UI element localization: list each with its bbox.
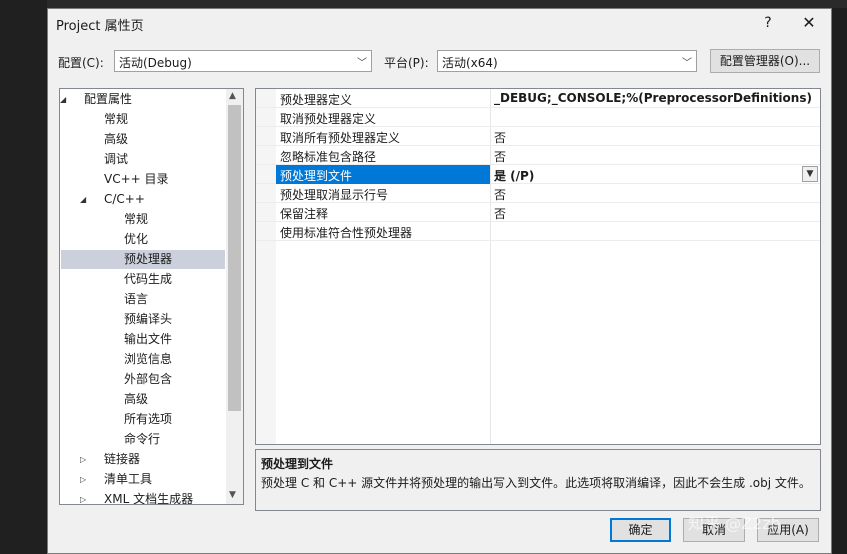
tree-item[interactable]: 常规 [104, 110, 128, 129]
description-panel: 预处理到文件 预处理 C 和 C++ 源文件并将预处理的输出写入到文件。此选项将… [255, 449, 821, 511]
tree-item[interactable]: 优化 [124, 230, 148, 249]
property-value[interactable]: _DEBUG;_CONSOLE;%(PreprocessorDefinition… [494, 91, 812, 105]
tree-item[interactable]: 高级 [104, 130, 128, 149]
tree-item[interactable]: XML 文档生成器 [104, 490, 193, 504]
description-title: 预处理到文件 [261, 457, 334, 471]
chevron-down-icon: ﹀ [357, 58, 367, 69]
ok-button[interactable]: 确定 [610, 518, 671, 542]
help-button[interactable]: ? [758, 13, 778, 33]
tree-item[interactable]: 链接器 [104, 450, 140, 469]
tree-item[interactable]: 调试 [104, 150, 128, 169]
background-left [0, 0, 47, 554]
property-grid: 预处理器定义 _DEBUG;_CONSOLE;%(PreprocessorDefi… [255, 88, 821, 445]
collapsed-arrow-icon[interactable]: ▷ [80, 455, 86, 464]
config-value: 活动(Debug) [119, 56, 192, 70]
property-tree: ◢ 配置属性 常规 高级 调试 VC++ 目录 ◢ C/C++ 常规 优化 预处理器 代码生成 语言 预编… [59, 88, 244, 505]
scrollbar-thumb[interactable] [228, 105, 241, 411]
config-label: 配置(C): [58, 56, 104, 70]
description-text: 预处理 C 和 C++ 源文件并将预处理的输出写入到文件。此选项将取消编译，因此… [261, 476, 811, 490]
property-row[interactable]: 预处理器定义 _DEBUG;_CONSOLE;%(PreprocessorDefi… [256, 89, 820, 108]
tree-scrollbar[interactable]: ▲ ▼ [226, 89, 243, 504]
tree-item[interactable]: VC++ 目录 [104, 170, 169, 189]
property-name: 预处理器定义 [280, 93, 353, 107]
tree-item[interactable]: 所有选项 [124, 410, 172, 429]
collapsed-arrow-icon[interactable]: ▷ [80, 495, 86, 504]
background-top [47, 0, 847, 8]
watermark: 知乎 @Z2zh [688, 514, 781, 533]
property-name: 取消所有预处理器定义 [280, 131, 401, 145]
property-row[interactable]: 使用标准符合性预处理器 [256, 222, 820, 241]
config-select[interactable]: 活动(Debug) ﹀ [114, 50, 372, 72]
tree-item[interactable]: 配置属性 [84, 90, 132, 109]
tree-item[interactable]: 外部包含 [124, 370, 172, 389]
property-name: 预处理到文件 [280, 169, 353, 183]
tree-item[interactable]: 预编译头 [124, 310, 172, 329]
tree-item[interactable]: 输出文件 [124, 330, 172, 349]
property-value[interactable]: 否 [494, 129, 506, 146]
property-name: 取消预处理器定义 [280, 112, 377, 126]
property-value[interactable]: 是 (/P) [494, 167, 534, 184]
expanded-arrow-icon[interactable]: ◢ [60, 95, 66, 104]
chevron-down-icon[interactable]: ▼ [802, 166, 818, 182]
platform-label: 平台(P): [384, 56, 429, 70]
expanded-arrow-icon[interactable]: ◢ [80, 195, 86, 204]
property-name: 使用标准符合性预处理器 [280, 226, 413, 240]
tree-item[interactable]: 常规 [124, 210, 148, 229]
collapsed-arrow-icon[interactable]: ▷ [80, 475, 86, 484]
tree-item[interactable]: 清单工具 [104, 470, 152, 489]
platform-select[interactable]: 活动(x64) ﹀ [437, 50, 697, 72]
property-row[interactable]: 保留注释 否 [256, 203, 820, 222]
window-title: Project 属性页 [56, 19, 144, 34]
property-name: 忽略标准包含路径 [280, 150, 377, 164]
scroll-down-icon[interactable]: ▼ [229, 490, 236, 500]
property-name: 预处理取消显示行号 [280, 188, 389, 202]
config-manager-button[interactable]: 配置管理器(O)... [710, 49, 820, 73]
property-row[interactable]: 预处理到文件 是 (/P) ▼ [256, 165, 820, 184]
scroll-up-icon[interactable]: ▲ [229, 91, 236, 101]
property-value[interactable]: 否 [494, 205, 506, 222]
platform-value: 活动(x64) [442, 56, 498, 70]
tree-item[interactable]: 浏览信息 [124, 350, 172, 369]
tree-item[interactable]: 预处理器 [124, 250, 172, 269]
tree-item[interactable]: 高级 [124, 390, 148, 409]
title-bar: Project 属性页 ? ✕ [48, 9, 831, 37]
property-value[interactable]: 否 [494, 186, 506, 203]
property-name: 保留注释 [280, 207, 329, 221]
property-row[interactable]: 取消所有预处理器定义 否 [256, 127, 820, 146]
property-pages-dialog: Project 属性页 ? ✕ 配置(C): 活动(Debug) ﹀ 平台(P)… [47, 8, 832, 554]
tree-item[interactable]: 代码生成 [124, 270, 172, 289]
chevron-down-icon: ﹀ [682, 58, 692, 69]
tree-item[interactable]: C/C++ [104, 190, 145, 209]
property-value[interactable]: 否 [494, 148, 506, 165]
property-row[interactable]: 取消预处理器定义 [256, 108, 820, 127]
tree-item[interactable]: 命令行 [124, 430, 160, 449]
property-row[interactable]: 预处理取消显示行号 否 [256, 184, 820, 203]
property-row[interactable]: 忽略标准包含路径 否 [256, 146, 820, 165]
close-button[interactable]: ✕ [798, 13, 820, 33]
tree-item[interactable]: 语言 [124, 290, 148, 309]
